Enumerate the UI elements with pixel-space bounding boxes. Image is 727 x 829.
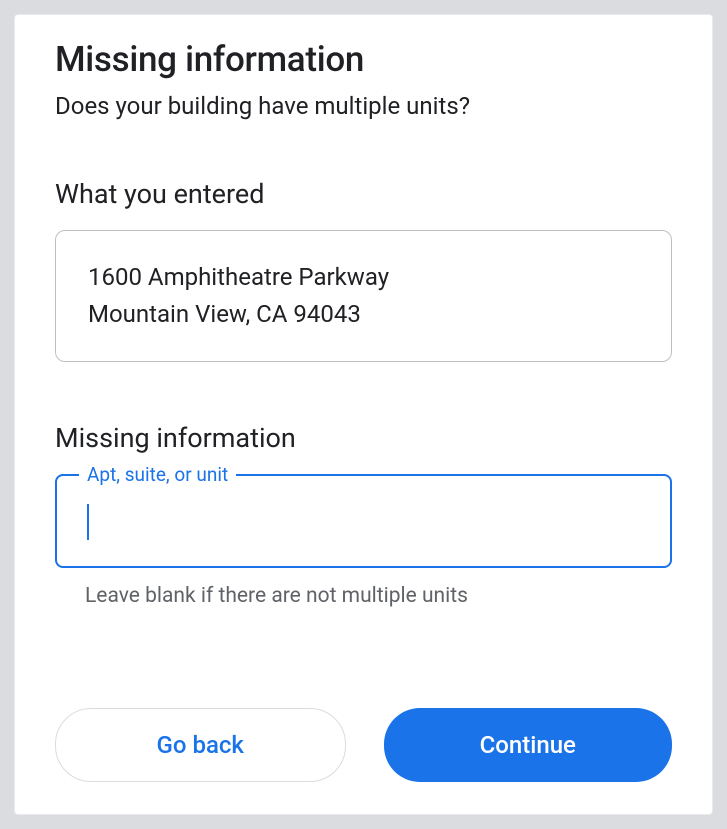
entered-address-box: 1600 Amphitheatre Parkway Mountain View,…	[55, 230, 672, 362]
text-cursor	[87, 504, 89, 540]
button-row: Go back Continue	[55, 708, 672, 782]
missing-section-label: Missing information	[55, 422, 672, 454]
address-line-2: Mountain View, CA 94043	[88, 296, 639, 333]
continue-button[interactable]: Continue	[384, 708, 673, 782]
dialog-title: Missing information	[55, 39, 672, 80]
missing-info-dialog: Missing information Does your building h…	[14, 14, 713, 815]
unit-input[interactable]	[55, 474, 672, 568]
entered-section-label: What you entered	[55, 178, 672, 210]
unit-helper-text: Leave blank if there are not multiple un…	[55, 584, 672, 608]
go-back-button[interactable]: Go back	[55, 708, 346, 782]
unit-input-wrapper: Apt, suite, or unit	[55, 474, 672, 568]
address-line-1: 1600 Amphitheatre Parkway	[88, 259, 639, 296]
dialog-subtitle: Does your building have multiple units?	[55, 92, 672, 120]
unit-input-label: Apt, suite, or unit	[79, 463, 236, 486]
